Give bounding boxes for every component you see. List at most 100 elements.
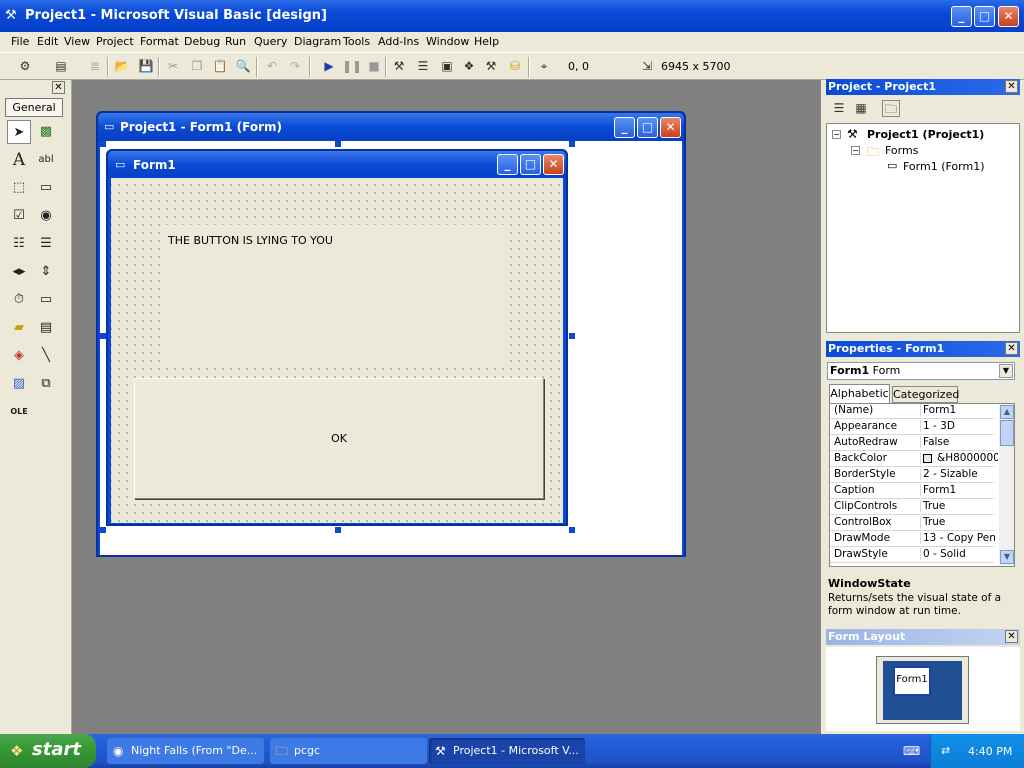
toolbox-icon[interactable]: ⚒: [482, 58, 500, 75]
minimize-button[interactable]: _: [951, 6, 972, 27]
menu-add-ins[interactable]: Add-Ins: [378, 35, 419, 48]
vscrollbar-tool-icon[interactable]: ⇕: [34, 260, 58, 284]
tab-alphabetic[interactable]: Alphabetic: [829, 384, 890, 403]
ok-button[interactable]: OK: [134, 378, 544, 499]
combobox-tool-icon[interactable]: ☷: [7, 232, 31, 256]
property-row[interactable]: BorderStyle 2 - Sizable: [830, 467, 994, 483]
scroll-thumb[interactable]: [1000, 420, 1014, 446]
taskbar-item-vb[interactable]: ⚒ Project1 - Microsoft V...: [429, 738, 585, 764]
label-tool-icon[interactable]: A: [7, 148, 31, 172]
sizing-handle[interactable]: [335, 141, 341, 147]
properties-scrollbar[interactable]: ▲ ▼: [999, 404, 1014, 566]
property-row[interactable]: DrawStyle 0 - Solid: [830, 547, 994, 563]
property-row[interactable]: BackColor&H8000000F: [830, 451, 998, 467]
property-row[interactable]: (Name) Form1: [830, 404, 994, 419]
add-form-icon[interactable]: ▤: [52, 58, 70, 75]
properties-panel-close-button[interactable]: ✕: [1005, 342, 1018, 355]
form1-maximize-button[interactable]: □: [520, 154, 541, 175]
start-button[interactable]: ❖ start: [0, 734, 96, 768]
properties-panel-title[interactable]: Properties - Form1 ✕: [826, 341, 1020, 357]
sizing-handle[interactable]: [335, 527, 341, 533]
form1-window[interactable]: ▭ Form1 _ □ ✕ THE BUTTON IS LYING TO YOU…: [106, 149, 568, 526]
project-panel-title[interactable]: Project - Project1 ✕: [826, 79, 1020, 95]
form1-minimize-button[interactable]: _: [497, 154, 518, 175]
property-value[interactable]: 0 - Solid: [920, 548, 998, 560]
hscrollbar-tool-icon[interactable]: ◂▸: [7, 260, 31, 284]
keyboard-icon[interactable]: ⌨: [903, 744, 921, 758]
line-tool-icon[interactable]: ╲: [34, 344, 58, 368]
toolbox-tab-general[interactable]: General: [5, 98, 63, 117]
project-explorer-icon[interactable]: ⚒: [390, 58, 408, 75]
property-value[interactable]: Form1: [920, 404, 998, 416]
scroll-up-icon[interactable]: ▲: [1000, 405, 1014, 419]
menu-query[interactable]: Query: [254, 35, 287, 48]
designer-title-bar[interactable]: ▭ Project1 - Form1 (Form) _ □ ✕: [98, 113, 684, 141]
object-browser-icon[interactable]: ❖: [460, 58, 478, 75]
property-value[interactable]: Form1: [920, 484, 998, 496]
form1-title-bar[interactable]: ▭ Form1 _ □ ✕: [108, 151, 566, 178]
menu-view[interactable]: View: [64, 35, 90, 48]
scroll-down-icon[interactable]: ▼: [1000, 550, 1014, 564]
listbox-tool-icon[interactable]: ☰: [34, 232, 58, 256]
property-value[interactable]: False: [920, 436, 998, 448]
menu-editor-icon[interactable]: ≣: [86, 58, 104, 75]
tree-item-form1[interactable]: Form1 (Form1): [903, 160, 985, 173]
paste-icon[interactable]: 📋: [211, 58, 229, 75]
data-view-icon[interactable]: ⛁: [506, 58, 524, 75]
pointer-tool-icon[interactable]: ➤: [7, 120, 31, 144]
property-row[interactable]: Appearance 1 - 3D: [830, 419, 994, 435]
sizing-handle[interactable]: [569, 527, 575, 533]
image-tool-icon[interactable]: ▨: [7, 372, 31, 396]
taskbar-item-folder[interactable]: 🗀 pcgc: [270, 738, 427, 764]
sizing-handle[interactable]: [100, 141, 106, 147]
form1-close-button[interactable]: ✕: [543, 154, 564, 175]
commandbutton-tool-icon[interactable]: ▭: [34, 176, 58, 200]
label-control[interactable]: THE BUTTON IS LYING TO YOU: [161, 225, 509, 365]
clock[interactable]: 4:40 PM: [968, 745, 1012, 758]
menu-project[interactable]: Project: [96, 35, 134, 48]
menu-debug[interactable]: Debug: [184, 35, 220, 48]
maximize-button[interactable]: □: [974, 6, 995, 27]
drivelistbox-tool-icon[interactable]: ▭: [34, 288, 58, 312]
close-button[interactable]: ✕: [998, 6, 1019, 27]
optionbutton-tool-icon[interactable]: ◉: [34, 204, 58, 228]
property-value[interactable]: 1 - 3D: [920, 420, 998, 432]
dirlistbox-tool-icon[interactable]: ▰: [7, 316, 31, 340]
form-layout-panel-title[interactable]: Form Layout ✕: [826, 629, 1020, 645]
view-object-icon[interactable]: ▦: [852, 100, 870, 117]
property-row[interactable]: Caption Form1: [830, 483, 994, 499]
network-icon[interactable]: ⇄: [941, 744, 950, 757]
redo-icon[interactable]: ↷: [286, 58, 304, 75]
property-row[interactable]: ClipControls True: [830, 499, 994, 515]
form-layout-icon[interactable]: ▣: [438, 58, 456, 75]
view-code-icon[interactable]: ☰: [830, 100, 848, 117]
sizing-handle[interactable]: [100, 527, 106, 533]
undo-icon[interactable]: ↶: [263, 58, 281, 75]
property-value[interactable]: &H8000000F: [920, 452, 998, 464]
checkbox-tool-icon[interactable]: ☑: [7, 204, 31, 228]
project-panel-close-button[interactable]: ✕: [1005, 80, 1018, 93]
save-project-icon[interactable]: 💾: [137, 58, 155, 75]
open-project-icon[interactable]: 📂: [113, 58, 131, 75]
timer-tool-icon[interactable]: ⏱: [7, 288, 31, 312]
form1-client-grid[interactable]: THE BUTTON IS LYING TO YOU OK: [111, 178, 563, 523]
sizing-handle[interactable]: [569, 333, 575, 339]
menu-diagram[interactable]: Diagram: [294, 35, 341, 48]
property-value[interactable]: True: [920, 516, 998, 528]
property-row[interactable]: DrawMode 13 - Copy Pen: [830, 531, 996, 547]
add-project-icon[interactable]: ⚙: [16, 58, 34, 75]
cut-icon[interactable]: ✂: [164, 58, 182, 75]
designer-minimize-button[interactable]: _: [614, 117, 635, 138]
frame-tool-icon[interactable]: ⬚: [7, 176, 31, 200]
textbox-tool-icon[interactable]: abl: [34, 148, 58, 172]
taskbar-item-media[interactable]: ◉ Night Falls (From "De...: [107, 738, 264, 764]
menu-file[interactable]: File: [11, 35, 29, 48]
end-icon[interactable]: ■: [365, 58, 383, 75]
menu-tools[interactable]: Tools: [343, 35, 370, 48]
properties-window-icon[interactable]: ☰: [414, 58, 432, 75]
tree-item-forms[interactable]: Forms: [885, 144, 918, 157]
form-layout-close-button[interactable]: ✕: [1005, 630, 1018, 643]
property-value[interactable]: 2 - Sizable: [920, 468, 998, 480]
data-tool-icon[interactable]: ⧉: [34, 372, 58, 396]
property-row[interactable]: AutoRedraw False: [830, 435, 994, 451]
